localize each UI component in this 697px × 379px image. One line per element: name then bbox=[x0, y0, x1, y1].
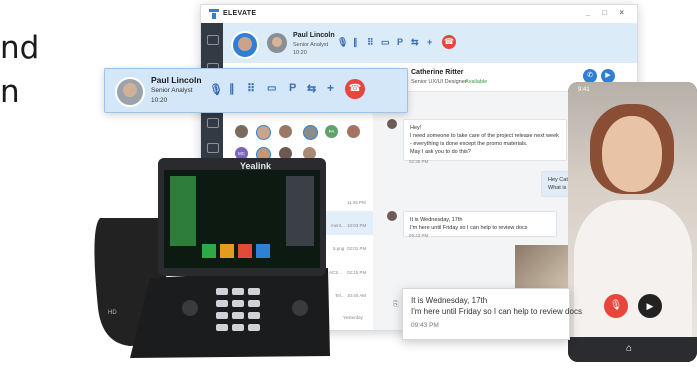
list-time: 10:40 AM bbox=[347, 293, 367, 298]
active-call-bar: Paul Lincoln Senior Analyst 10:20 🎙 ∥ ⠿ … bbox=[201, 23, 637, 63]
hangup-button[interactable]: ☎ bbox=[345, 79, 365, 99]
sender-avatar bbox=[387, 119, 397, 129]
popup-line-2: I'm here until Friday so I can help to r… bbox=[411, 307, 582, 316]
list-snippet: 5.png bbox=[333, 246, 345, 251]
message-bubble: Hey! I need someone to take care of the … bbox=[403, 119, 567, 161]
call-duration: 10:20 bbox=[293, 50, 307, 56]
caller-name: Paul Lincoln bbox=[293, 32, 335, 39]
list-time: 02:01 PM bbox=[347, 246, 367, 251]
park-icon[interactable]: P bbox=[289, 82, 296, 94]
video-person-shirt bbox=[574, 200, 692, 337]
desk-phone: Yealink HD bbox=[90, 158, 330, 358]
phone-clock: 9:41 bbox=[578, 87, 590, 93]
title-bar: ELEVATE _ □ × bbox=[201, 5, 637, 23]
video-call-screen: 9:41 🎙 ▶ bbox=[568, 82, 697, 337]
screen-icon[interactable]: ▭ bbox=[267, 83, 276, 94]
keypad-icon[interactable]: ⠿ bbox=[247, 82, 255, 95]
list-time: 11:45 PM bbox=[347, 200, 366, 205]
chat-contact-title: Senior UX/UI Designer bbox=[411, 79, 467, 85]
contact-avatar-initials[interactable]: PA bbox=[325, 125, 338, 138]
contact-avatar[interactable] bbox=[279, 125, 292, 138]
transfer-icon[interactable]: ⇆ bbox=[307, 82, 316, 95]
mic-icon[interactable]: 🎙 bbox=[209, 83, 223, 96]
hero-line-2: n bbox=[0, 74, 20, 110]
contact-avatar[interactable] bbox=[256, 125, 271, 140]
message-time: 02:35 PM bbox=[409, 159, 429, 164]
contact-avatar[interactable] bbox=[235, 125, 248, 138]
history-nav-icon[interactable] bbox=[207, 143, 219, 153]
add-call-icon[interactable]: + bbox=[427, 37, 432, 47]
home-icon[interactable]: ⌂ bbox=[626, 343, 632, 354]
window-controls[interactable]: _ □ × bbox=[586, 8, 629, 17]
elevate-logo-icon bbox=[209, 9, 219, 19]
contact-avatar[interactable] bbox=[347, 125, 360, 138]
desk-phone-illustration bbox=[94, 158, 330, 358]
caller-avatar bbox=[115, 77, 145, 107]
transfer-icon[interactable]: ⇆ bbox=[411, 37, 419, 48]
list-snippet: ACS... bbox=[329, 270, 343, 275]
keypad-icon[interactable]: ⠿ bbox=[367, 37, 374, 48]
park-icon[interactable]: P bbox=[397, 37, 403, 47]
caller-name: Paul Lincoln bbox=[151, 75, 202, 85]
popup-time: 09:43 PM bbox=[411, 322, 439, 329]
presence-status: Available bbox=[465, 79, 488, 85]
chat-contact-name: Catherine Ritter bbox=[411, 69, 464, 76]
pause-icon[interactable]: ∥ bbox=[229, 82, 235, 95]
call-duration: 10:20 bbox=[151, 97, 168, 104]
phone-bottom-nav: ⌂ bbox=[568, 337, 697, 362]
list-snippet: Tel... bbox=[335, 293, 345, 298]
caller-title: Senior Analyst bbox=[151, 87, 193, 94]
attach-icon[interactable]: ⎘ bbox=[393, 301, 399, 309]
list-time: 02:15 PM bbox=[347, 270, 367, 275]
shared-image[interactable] bbox=[515, 245, 575, 289]
caller-title: Senior Analyst bbox=[293, 42, 329, 48]
add-call-icon[interactable]: + bbox=[327, 81, 334, 95]
list-snippet: ment... bbox=[331, 223, 345, 228]
caller-avatar bbox=[267, 33, 287, 53]
sender-avatar bbox=[387, 211, 397, 221]
hd-badge: HD bbox=[108, 310, 117, 316]
voicemail-nav-icon[interactable] bbox=[207, 118, 219, 128]
mobile-phone: 9:41 🎙 ▶ ⌂ bbox=[568, 82, 697, 362]
brand-name: ELEVATE bbox=[223, 10, 257, 17]
video-person-face bbox=[602, 116, 662, 192]
popup-line-1: It is Wednesday, 17th bbox=[411, 296, 488, 305]
chat-nav-icon[interactable] bbox=[207, 35, 219, 45]
pause-icon[interactable]: ∥ bbox=[353, 37, 358, 48]
phone-call-button[interactable]: ✆ bbox=[583, 69, 597, 83]
message-time: 09:43 PM bbox=[409, 233, 429, 238]
mic-icon[interactable]: 🎙 bbox=[337, 37, 348, 48]
deskphone-brand: Yealink bbox=[240, 161, 272, 171]
camera-toggle-button[interactable]: ▶ bbox=[638, 294, 662, 318]
video-call-button[interactable]: ▶ bbox=[601, 69, 615, 83]
floating-call-bar: Paul Lincoln Senior Analyst 10:20 🎙 ∥ ⠿ … bbox=[104, 68, 408, 113]
caller-avatar-primary[interactable] bbox=[231, 31, 259, 59]
hero-line-1: nd bbox=[0, 30, 40, 66]
contact-avatar[interactable] bbox=[303, 125, 318, 140]
message-popup[interactable]: It is Wednesday, 17th I'm here until Fri… bbox=[402, 288, 582, 340]
hangup-button[interactable]: ☎ bbox=[442, 35, 456, 49]
mute-button[interactable]: 🎙 bbox=[604, 294, 628, 318]
list-time: Yesterday bbox=[343, 315, 363, 320]
list-time: 10:03 PM bbox=[347, 223, 367, 228]
screen-icon[interactable]: ▭ bbox=[381, 37, 390, 48]
